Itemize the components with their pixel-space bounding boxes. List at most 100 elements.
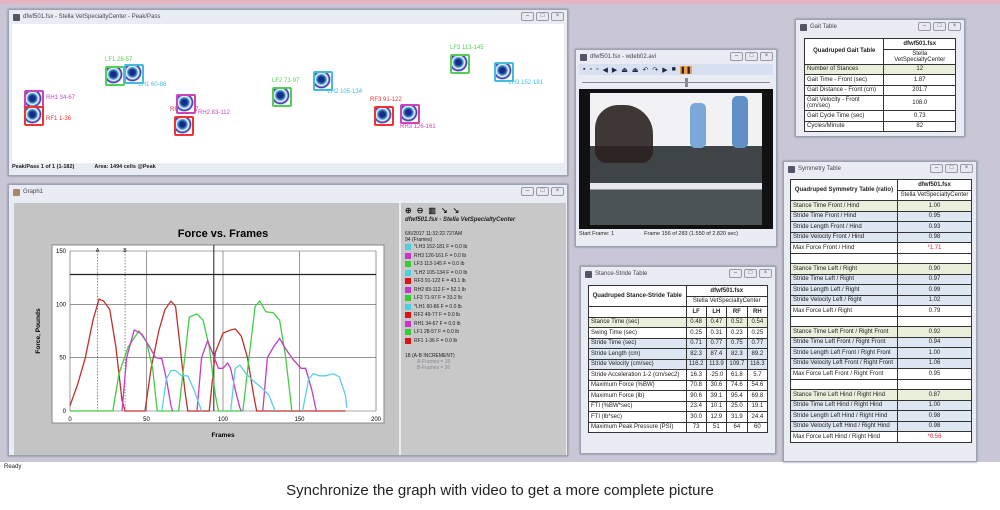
peak-pass-window[interactable]: dfwf501.fsx - Stella VetSpecialtyCenter … — [8, 9, 568, 176]
sync2-icon[interactable]: ⏏ — [632, 66, 639, 74]
force-chart[interactable]: Force vs. Frames0 50 100 150 200050100150 A BF… — [14, 203, 399, 455]
pause-icon[interactable]: ❚❚ — [679, 65, 692, 74]
maximize-button[interactable]: □ — [744, 269, 757, 278]
redo-icon[interactable]: ↷ — [652, 66, 658, 74]
close-button[interactable]: × — [759, 269, 772, 278]
footprint[interactable] — [374, 106, 394, 126]
legend-item: RF2 49-77 F = 0.0 lb — [405, 311, 562, 320]
footprint[interactable] — [313, 71, 333, 91]
maximize-button[interactable]: □ — [745, 52, 758, 61]
row-value — [896, 378, 973, 390]
columns-icon[interactable]: ▥ — [428, 206, 436, 215]
minimize-button[interactable]: – — [930, 164, 943, 173]
minimize-button[interactable]: – — [521, 12, 534, 21]
area-status: Area: 1494 cells @Peak — [94, 164, 156, 170]
table-icon — [585, 270, 592, 278]
symmetry-table-window[interactable]: Symmetry Table – □ × Quadruped Symmetry Ta… — [783, 161, 977, 462]
cell-value: 25.0 — [726, 400, 748, 412]
cell-value: 109.7 — [726, 358, 748, 370]
peak-pass-canvas[interactable]: RH1 34-67RF1 1-36LF1 28-57*LH1 60-86RF2 … — [12, 24, 564, 163]
zoom-out-icon[interactable]: ⊖ — [417, 206, 424, 215]
undo-icon[interactable]: ↶ — [642, 66, 648, 74]
sync-icon[interactable]: ⏏ — [621, 66, 628, 74]
symmetry-table: Quadruped Symmetry Table (ratio) dfwf501.… — [790, 179, 973, 443]
minimize-button[interactable]: – — [729, 269, 742, 278]
footprint[interactable] — [272, 87, 292, 107]
b-frames: B-Frames = 36 — [417, 365, 451, 371]
slider-thumb[interactable] — [685, 78, 689, 87]
cell-value: -25.0 — [705, 369, 728, 381]
footprint[interactable] — [24, 106, 44, 126]
stance-stride-window[interactable]: Stance-Stride Table – □ × Quadruped Stance… — [580, 266, 776, 454]
x-tick-label: 150 — [294, 417, 305, 423]
table-row: Max Force Front / Hind *1.71 — [790, 242, 973, 254]
row-label: Stance Time Left Front / Right Front — [790, 326, 898, 338]
footprint[interactable] — [400, 104, 420, 124]
footprint[interactable] — [494, 62, 514, 82]
footprint[interactable] — [450, 54, 470, 74]
close-button[interactable]: × — [551, 187, 564, 196]
table-row: Max Force Left Front / Right Front 0.95 — [790, 368, 973, 380]
legend-label: LF1 28-57 F = 0.0 lb — [414, 329, 460, 336]
video-window[interactable]: dfwf501.fsx - wdeb02.avi – □ × ▪ ▫ ▫ ◀ ▶ ⏏ ⏏ ↶ ↷ ▶ ■… — [575, 49, 777, 247]
row-value: 0.87 — [896, 389, 973, 401]
legend-item: *LH2 105-134 F = 0.0 lb — [405, 269, 562, 278]
legend-label: RH3 126-161 F = 0.0 lb — [414, 252, 467, 259]
save-icon[interactable]: ▪ — [583, 66, 585, 73]
zoom-in-icon[interactable]: ⊕ — [405, 206, 412, 215]
x-tick-label: 200 — [371, 417, 382, 423]
column-header: LF — [685, 306, 707, 318]
maximize-button[interactable]: □ — [536, 12, 549, 21]
close-button[interactable]: × — [760, 52, 773, 61]
maximize-button[interactable]: □ — [536, 187, 549, 196]
footprint-label: RF1 1-36 — [46, 116, 72, 122]
cursor-a-icon[interactable]: ↘ — [441, 206, 448, 215]
graph-window[interactable]: Graph1 – □ × Force vs. Frames 0 50 100 150 200 0… — [8, 184, 568, 456]
table-row: Stride Length Left Hind / Right Hind 0.98 — [790, 410, 973, 422]
row-label: Swing Time (sec) — [588, 327, 687, 339]
graph-legend-panel: ⊕ ⊖ ▥ ↘ ↘ dfwf501.fsx - Stella VetSpecialtyC… — [401, 203, 566, 455]
table-row: Stance Time Left Hind / Right Hind 0.87 — [790, 389, 973, 401]
footprint[interactable] — [176, 94, 196, 114]
play-icon[interactable]: ▶ — [662, 66, 667, 74]
legend-label: RH2 83-112 F = 52.1 lb — [414, 286, 466, 293]
cell-value: 116.3 — [746, 358, 769, 370]
table-row: Cycles/Minute 82 — [803, 120, 956, 132]
footprint[interactable] — [105, 66, 125, 86]
maximize-button[interactable]: □ — [945, 164, 958, 173]
table-row: Gait Velocity - Front (cm/sec) 108.0 — [803, 95, 956, 111]
row-label — [790, 252, 898, 264]
minimize-button[interactable]: – — [730, 52, 743, 61]
next-frame-icon[interactable]: ▶ — [612, 66, 617, 74]
minimize-button[interactable]: – — [918, 22, 931, 31]
cell-value: 24.4 — [746, 411, 769, 423]
table-row: Maximum Force (lb) 90.6 39.1 95.4 69.8 — [588, 390, 769, 402]
footprint[interactable] — [174, 116, 194, 136]
legend-swatch — [405, 337, 411, 344]
copy-icon[interactable]: ▫ — [589, 66, 591, 73]
table-header: Quadruped Stance-Stride Table — [588, 285, 687, 307]
prev-frame-icon[interactable]: ◀ — [602, 66, 607, 74]
cursor-b-icon[interactable]: ↘ — [453, 206, 460, 215]
footprint-label: LF1 28-57 — [105, 57, 133, 63]
start-frame: Start Frame: 1 — [579, 231, 615, 237]
footprint[interactable] — [124, 64, 144, 84]
video-slider[interactable] — [582, 75, 770, 89]
legend-label: LF3 113-145 F = 0.0 lb — [414, 261, 465, 268]
minimize-button[interactable]: – — [521, 187, 534, 196]
close-button[interactable]: × — [960, 164, 973, 173]
maximize-button[interactable]: □ — [933, 22, 946, 31]
close-button[interactable]: × — [551, 12, 564, 21]
legend-label: *LH1 60-86 F = 0.0 lb — [414, 303, 462, 310]
close-button[interactable]: × — [948, 22, 961, 31]
cell-value: 30.0 — [685, 411, 707, 423]
gait-table-window[interactable]: Gait Table – □ × Quadruped Gait Table dfwf5… — [795, 19, 965, 137]
cell-value: 0.71 — [685, 337, 707, 349]
y-axis-label: Force, Pounds — [35, 308, 42, 354]
stop-icon[interactable]: ■ — [672, 66, 676, 73]
title-bar[interactable]: dfwf501.fsx - Stella VetSpecialtyCenter … — [9, 10, 567, 24]
paste-icon[interactable]: ▫ — [596, 66, 598, 73]
dog-figure — [595, 105, 653, 163]
table-row: FTI (lb*sec) 30.0 12.9 31.9 24.4 — [588, 411, 769, 423]
subject-name: Stella VetSpecialtyCenter — [883, 48, 956, 65]
